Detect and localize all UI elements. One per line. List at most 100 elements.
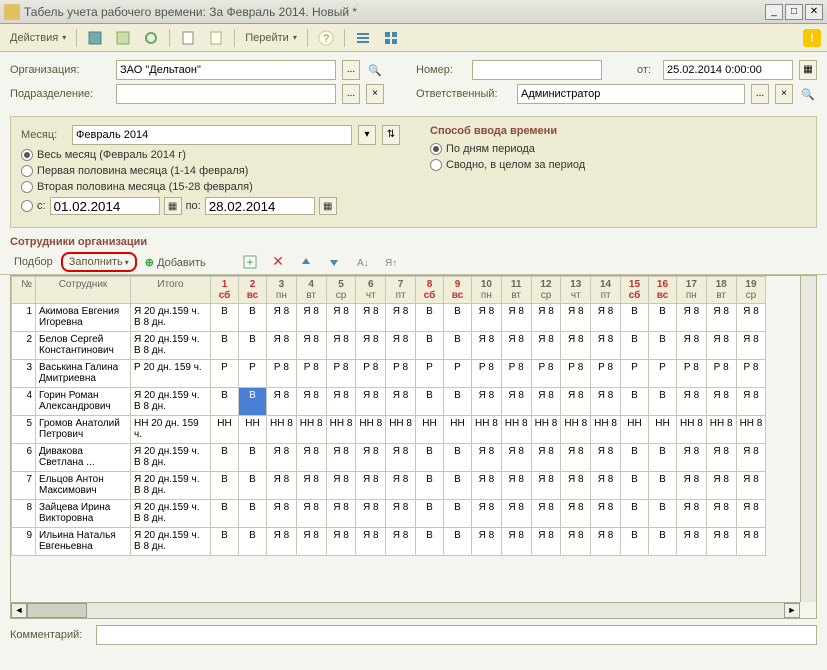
resp-clear-button[interactable]: × <box>775 84 793 104</box>
horizontal-scrollbar[interactable]: ◄ ► <box>11 602 800 618</box>
day-header[interactable]: 14пт <box>591 277 621 304</box>
select-button[interactable]: Подбор <box>10 254 57 270</box>
list-icon[interactable] <box>351 28 375 48</box>
day-header[interactable]: 2вс <box>239 277 267 304</box>
table-row[interactable]: 3Васькина Галина ДмитриевнаР 20 дн. 159 … <box>12 360 766 388</box>
day-header[interactable]: 7пт <box>386 277 416 304</box>
minimize-button[interactable]: _ <box>765 4 783 20</box>
period-panel: Месяц: ▾ ⇅ Весь месяц (Февраль 2014 г) П… <box>10 116 817 228</box>
table-row[interactable]: 9Ильина Наталья ЕвгеньевнаЯ 20 дн.159 ч.… <box>12 528 766 556</box>
day-header[interactable]: 11вт <box>501 277 531 304</box>
table-row[interactable]: 1Акимова Евгения ИгоревнаЯ 20 дн.159 ч. … <box>12 304 766 332</box>
month-dropdown-button[interactable]: ▾ <box>358 125 376 145</box>
day-header[interactable]: 19ср <box>736 277 766 304</box>
day-header[interactable]: 1сб <box>211 277 239 304</box>
month-label: Месяц: <box>21 129 66 141</box>
day-header[interactable]: 17пн <box>676 277 706 304</box>
radio-by-days[interactable] <box>430 143 442 155</box>
radio-custom[interactable] <box>21 200 33 212</box>
grid-up-icon[interactable] <box>294 252 318 272</box>
from-date-input[interactable] <box>663 60 793 80</box>
date-from-input[interactable] <box>50 197 160 215</box>
timesheet-grid[interactable]: №СотрудникИтого1сб2вс3пн4вт5ср6чт7пт8сб9… <box>11 276 766 556</box>
scroll-left-button[interactable]: ◄ <box>11 603 27 618</box>
save-icon[interactable] <box>83 28 107 48</box>
resp-select-button[interactable]: ... <box>751 84 769 104</box>
grid-toolbar: Подбор Заполнить ⊕ Добавить + ✕ A↓ Я↑ <box>0 250 827 275</box>
num-input[interactable] <box>472 60 602 80</box>
help-icon[interactable]: ? <box>314 28 338 48</box>
table-row[interactable]: 7Ельцов Антон МаксимовичЯ 20 дн.159 ч. В… <box>12 472 766 500</box>
col-total[interactable]: Итого <box>131 277 211 304</box>
refresh-icon[interactable] <box>139 28 163 48</box>
date-to-picker[interactable]: ▦ <box>319 197 337 215</box>
day-header[interactable]: 5ср <box>326 277 356 304</box>
org-search-icon[interactable]: 🔍 <box>366 60 384 80</box>
vertical-scrollbar[interactable] <box>800 276 816 602</box>
add-button[interactable]: ⊕ Добавить <box>141 254 210 271</box>
dept-clear-button[interactable]: × <box>366 84 384 104</box>
sort-desc-icon[interactable]: Я↑ <box>378 252 402 272</box>
org-label: Организация: <box>10 64 110 76</box>
fill-button[interactable]: Заполнить <box>61 252 137 272</box>
table-row[interactable]: 2Белов Сергей КонстантиновичЯ 20 дн.159 … <box>12 332 766 360</box>
comment-input[interactable] <box>96 625 817 645</box>
radio-second-half[interactable] <box>21 181 33 193</box>
from-short-label: с: <box>37 200 46 212</box>
month-input[interactable] <box>72 125 352 145</box>
day-header[interactable]: 8сб <box>415 277 443 304</box>
radio-summary[interactable] <box>430 159 442 171</box>
day-header[interactable]: 15сб <box>620 277 648 304</box>
col-employee[interactable]: Сотрудник <box>36 277 131 304</box>
dept-input[interactable] <box>116 84 336 104</box>
info-icon[interactable]: ! <box>803 29 821 47</box>
doc-icon[interactable] <box>176 28 200 48</box>
to-short-label: по: <box>186 200 201 212</box>
radio-whole-month[interactable] <box>21 149 33 161</box>
svg-text:✕: ✕ <box>272 254 284 269</box>
window-title: Табель учета рабочего времени: За Феврал… <box>24 5 765 19</box>
day-header[interactable]: 9вс <box>443 277 471 304</box>
table-row[interactable]: 8Зайцева Ирина ВикторовнаЯ 20 дн.159 ч. … <box>12 500 766 528</box>
scroll-right-button[interactable]: ► <box>784 603 800 618</box>
resp-search-icon[interactable]: 🔍 <box>799 84 817 104</box>
grid-container: №СотрудникИтого1сб2вс3пн4вт5ср6чт7пт8сб9… <box>10 275 817 619</box>
dept-select-button[interactable]: ... <box>342 84 360 104</box>
org-select-button[interactable]: ... <box>342 60 360 80</box>
col-num[interactable]: № <box>12 277 36 304</box>
month-spin-button[interactable]: ⇅ <box>382 125 400 145</box>
table-row[interactable]: 5Громов Анатолий ПетровичНН 20 дн. 159 ч… <box>12 416 766 444</box>
from-date-picker[interactable]: ▦ <box>799 60 817 80</box>
org-input[interactable] <box>116 60 336 80</box>
day-header[interactable]: 3пн <box>267 277 297 304</box>
grid-delete-icon[interactable]: ✕ <box>266 252 290 272</box>
svg-text:Я↑: Я↑ <box>385 258 397 269</box>
settings-icon[interactable] <box>379 28 403 48</box>
day-header[interactable]: 13чт <box>561 277 591 304</box>
day-header[interactable]: 4вт <box>296 277 326 304</box>
from-label: от: <box>637 64 657 76</box>
table-row[interactable]: 6Дивакова Светлана ...Я 20 дн.159 ч. В 8… <box>12 444 766 472</box>
doc2-icon[interactable] <box>204 28 228 48</box>
radio-by-days-label: По дням периода <box>446 143 535 155</box>
actions-menu[interactable]: Действия <box>6 30 70 46</box>
day-header[interactable]: 10пн <box>471 277 501 304</box>
goto-menu[interactable]: Перейти <box>241 30 301 46</box>
scroll-thumb[interactable] <box>27 603 87 618</box>
day-header[interactable]: 6чт <box>356 277 386 304</box>
date-from-picker[interactable]: ▦ <box>164 197 182 215</box>
table-row[interactable]: 4Горин Роман АлександровичЯ 20 дн.159 ч.… <box>12 388 766 416</box>
maximize-button[interactable]: □ <box>785 4 803 20</box>
radio-first-half[interactable] <box>21 165 33 177</box>
apply-icon[interactable] <box>111 28 135 48</box>
grid-add-icon[interactable]: + <box>238 252 262 272</box>
sort-asc-icon[interactable]: A↓ <box>350 252 374 272</box>
grid-down-icon[interactable] <box>322 252 346 272</box>
day-header[interactable]: 12ср <box>531 277 561 304</box>
date-to-input[interactable] <box>205 197 315 215</box>
day-header[interactable]: 16вс <box>648 277 676 304</box>
method-title: Способ ввода времени <box>430 125 806 137</box>
resp-input[interactable] <box>517 84 745 104</box>
close-button[interactable]: ✕ <box>805 4 823 20</box>
day-header[interactable]: 18вт <box>706 277 736 304</box>
